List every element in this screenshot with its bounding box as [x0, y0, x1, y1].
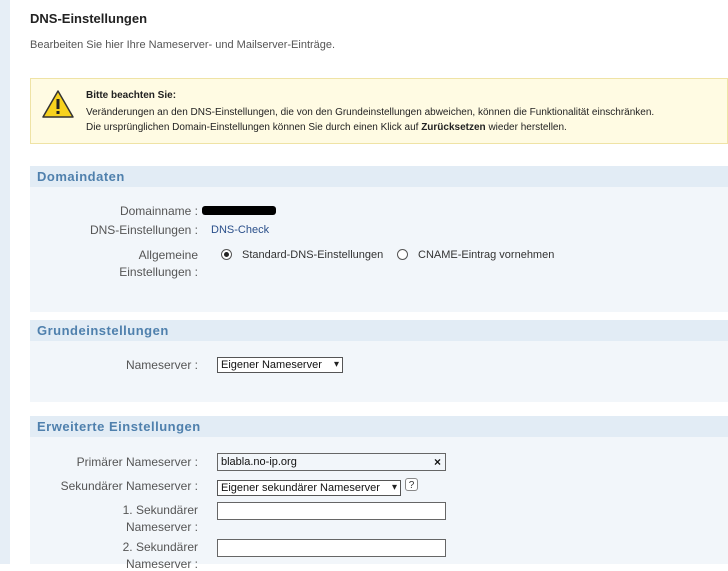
dns-settings-label: DNS-Einstellungen :	[89, 223, 198, 237]
chevron-down-icon: ▾	[391, 482, 397, 493]
radio-standard-dns[interactable]	[221, 249, 232, 260]
redacted-domainname	[202, 206, 276, 215]
primary-nameserver-label: Primärer Nameserver :	[76, 455, 198, 469]
secondary-nameserver-1-input[interactable]	[217, 502, 446, 520]
nameserver-select-value: Eigener Nameserver	[221, 359, 322, 371]
warning-icon	[42, 90, 74, 118]
clear-icon[interactable]: ×	[434, 454, 441, 470]
radio-cname-label: CNAME-Eintrag vornehmen	[418, 249, 555, 261]
chevron-down-icon: ▾	[333, 359, 339, 370]
dns-check-link[interactable]: DNS-Check	[211, 224, 269, 236]
domainname-label: Domainname :	[119, 204, 198, 218]
notice-title: Bitte beachten Sie:	[86, 90, 177, 101]
section-heading-grundeinstellungen: Grundeinstellungen	[30, 320, 728, 341]
warning-notice: Bitte beachten Sie: Veränderungen an den…	[30, 78, 728, 144]
section-heading-domaindaten: Domaindaten	[30, 166, 728, 187]
section-grundeinstellungen: Grundeinstellungen Nameserver : Eigener …	[30, 320, 728, 402]
nameserver-select[interactable]: Eigener Nameserver ▾	[217, 357, 343, 373]
notice-line-2-start: Die ursprünglichen Domain-Einstellungen …	[86, 122, 419, 133]
secondary-nameserver-2-input[interactable]	[217, 539, 446, 557]
sec1-label-line2: Nameserver :	[125, 520, 198, 534]
nameserver-label: Nameserver :	[125, 358, 198, 372]
primary-nameserver-value: blabla.no-ip.org	[221, 456, 297, 468]
sec2-label-line1: 2. Sekundärer	[122, 540, 198, 554]
notice-line-2: Die ursprünglichen Domain-Einstellungen …	[86, 122, 567, 133]
secondary-nameserver-select-value: Eigener sekundärer Nameserver	[221, 482, 380, 494]
sec2-label-line2: Nameserver :	[125, 557, 198, 571]
section-erweiterte-einstellungen: Erweiterte Einstellungen Primärer Namese…	[30, 416, 728, 571]
radio-cname[interactable]	[397, 249, 408, 260]
notice-line-2-end: wieder herstellen.	[488, 122, 567, 133]
section-domaindaten: Domaindaten Domainname : DNS-Einstellung…	[30, 166, 728, 312]
reset-keyword: Zurücksetzen	[421, 122, 486, 133]
page-title: DNS-Einstellungen	[30, 11, 148, 26]
section-heading-erweitert: Erweiterte Einstellungen	[30, 416, 728, 437]
primary-nameserver-input[interactable]: blabla.no-ip.org ×	[217, 453, 446, 471]
sec1-label-line1: 1. Sekundärer	[122, 503, 198, 517]
left-border-stripe	[0, 0, 10, 564]
secondary-nameserver-label: Sekundärer Nameserver :	[60, 479, 198, 493]
notice-line-1: Veränderungen an den DNS-Einstellungen, …	[86, 107, 655, 118]
secondary-nameserver-select[interactable]: Eigener sekundärer Nameserver ▾	[217, 480, 401, 496]
page-subtitle: Bearbeiten Sie hier Ihre Nameserver- und…	[30, 39, 336, 51]
allgemeine-label-line1: Allgemeine	[138, 248, 198, 262]
allgemeine-label-line2: Einstellungen :	[119, 265, 198, 279]
radio-standard-dns-label: Standard-DNS-Einstellungen	[242, 249, 384, 261]
help-icon[interactable]: ?	[405, 478, 418, 491]
